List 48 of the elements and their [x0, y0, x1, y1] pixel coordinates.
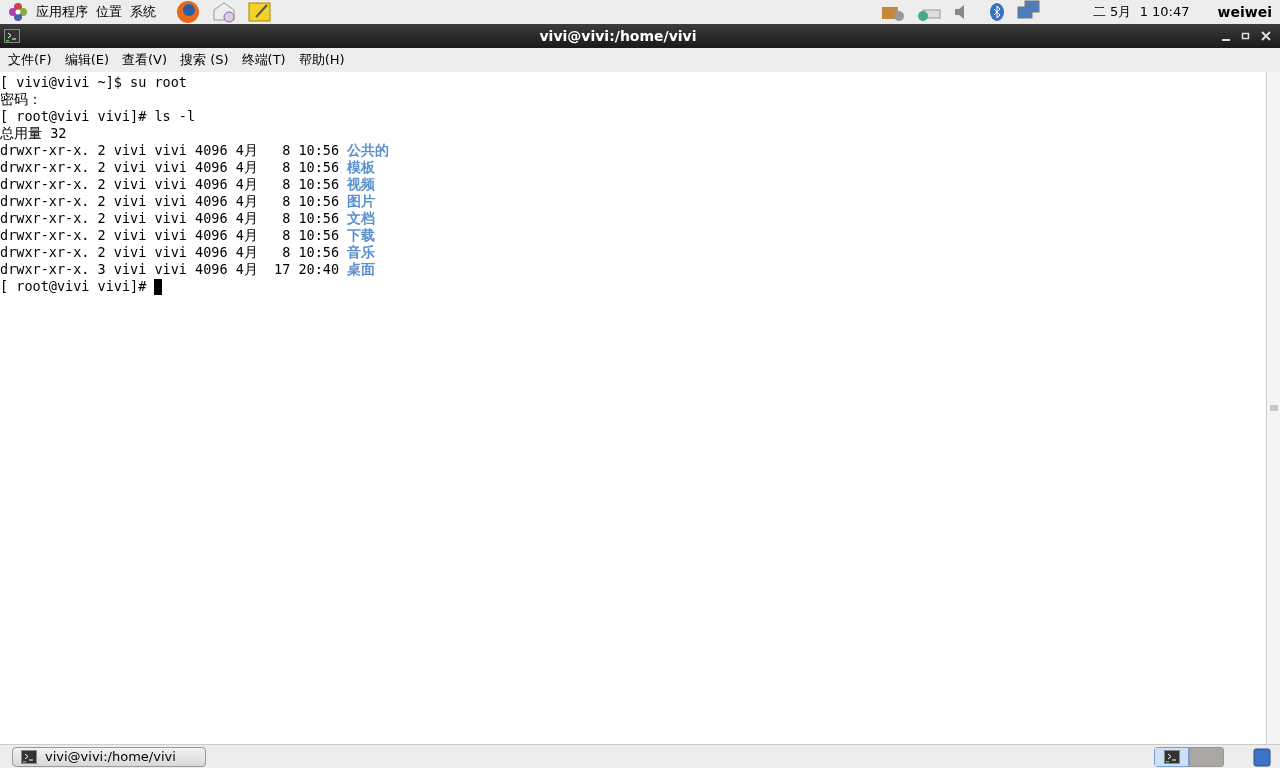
workspace[interactable] — [1154, 746, 1189, 767]
terminal-line: 总用量 32 — [0, 125, 67, 142]
mail-clock-icon[interactable] — [212, 0, 236, 24]
directory-name: 音乐 — [347, 244, 376, 261]
terminal-line: drwxr-xr-x. 2 vivi vivi 4096 4月 8 10:56 — [0, 176, 341, 193]
terminal-icon — [1163, 748, 1180, 765]
directory-name: 公共的 — [347, 142, 390, 159]
menu-item[interactable]: 文件(F) — [8, 50, 52, 70]
terminal-line: drwxr-xr-x. 2 vivi vivi 4096 4月 8 10:56 — [0, 142, 341, 159]
directory-name: 文档 — [347, 210, 376, 227]
terminal-line: [ root@vivi vivi]# — [0, 278, 148, 295]
menu-item[interactable]: 编辑(E) — [64, 50, 109, 70]
close-icon[interactable] — [1260, 30, 1272, 42]
note-pencil-icon[interactable] — [248, 0, 272, 24]
maximize-icon[interactable] — [1240, 30, 1252, 42]
user-name[interactable]: weiwei — [1217, 1, 1272, 23]
terminal-line: 密码： — [0, 91, 42, 108]
scroll-grip-icon — [1269, 404, 1278, 412]
bluetooth-icon[interactable] — [989, 2, 1005, 22]
directory-name: 下载 — [347, 227, 376, 244]
directory-name: 图片 — [347, 193, 376, 210]
directory-name: 模板 — [347, 159, 376, 176]
flower-logo-icon — [8, 2, 28, 22]
menu-item[interactable]: 帮助(H) — [298, 50, 345, 70]
browser-globe-icon[interactable] — [176, 0, 200, 24]
panel-menu[interactable]: 系统 — [130, 2, 156, 22]
window-title: vivi@vivi:/home/vivi — [538, 26, 698, 46]
menu-item[interactable]: 搜索 (S) — [180, 50, 229, 70]
terminal-icon — [4, 28, 20, 44]
terminal-line: drwxr-xr-x. 2 vivi vivi 4096 4月 8 10:56 — [0, 227, 341, 244]
clock[interactable]: 二 5月 1 10:47 — [1093, 2, 1190, 22]
terminal-line: drwxr-xr-x. 3 vivi vivi 4096 4月 17 20:40 — [0, 261, 341, 278]
taskbar-window-button[interactable]: vivi@vivi:/home/vivi — [12, 746, 206, 767]
terminal-line: drwxr-xr-x. 2 vivi vivi 4096 4月 8 10:56 — [0, 193, 341, 210]
menu-item[interactable]: 查看(V) — [122, 50, 168, 70]
terminal-line: [ vivi@vivi ~]$ su root — [0, 74, 187, 91]
panel-menu[interactable]: 应用程序 — [36, 2, 88, 22]
directory-name: 桌面 — [347, 261, 376, 278]
trash-icon[interactable] — [1252, 746, 1272, 767]
menu-item[interactable]: 终端(T) — [241, 50, 286, 70]
scrollbar[interactable] — [1266, 72, 1280, 744]
terminal-line: drwxr-xr-x. 2 vivi vivi 4096 4月 8 10:56 — [0, 244, 341, 261]
terminal-line: drwxr-xr-x. 2 vivi vivi 4096 4月 8 10:56 — [0, 210, 341, 227]
directory-name: 视频 — [347, 176, 376, 193]
panel-menu[interactable]: 位置 — [96, 2, 122, 22]
terminal-line: drwxr-xr-x. 2 vivi vivi 4096 4月 8 10:56 — [0, 159, 341, 176]
terminal-line: [ root@vivi vivi]# ls -l — [0, 108, 196, 125]
terminal-icon — [21, 748, 37, 765]
